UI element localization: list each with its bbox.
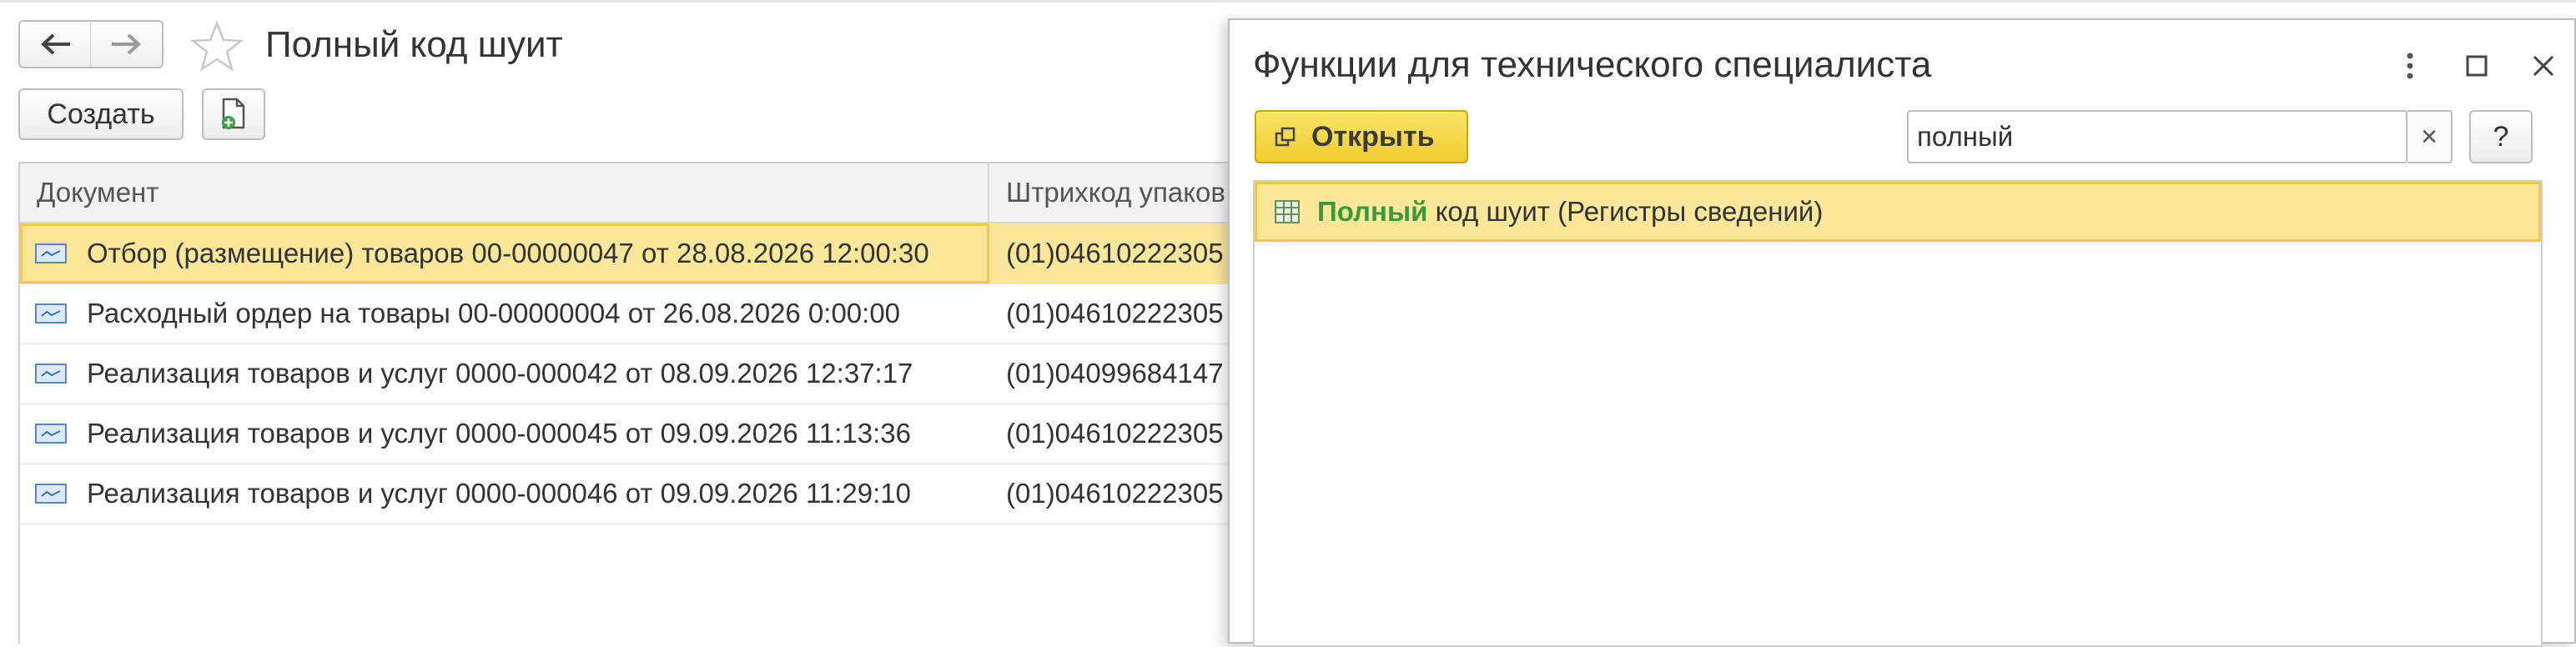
results-list: Полный код шуит (Регистры сведений) [1253, 180, 2543, 647]
page-title: Полный код шуит [265, 24, 563, 65]
document-text: Расходный ордер на товары 00-00000004 от… [87, 298, 901, 329]
help-button[interactable]: ? [2469, 110, 2533, 163]
documents-table: Документ Штрихкод упаков Отбор (размещен… [18, 162, 1241, 644]
back-button[interactable] [18, 20, 92, 68]
open-icon [1275, 127, 1296, 147]
cell-document: Реализация товаров и услуг 0000-000042 о… [20, 344, 989, 404]
cell-barcode: (01)04610222305 [989, 223, 1240, 283]
table-row[interactable]: Реализация товаров и услуг 0000-000046 о… [20, 464, 1240, 524]
document-icon [35, 364, 67, 384]
document-text: Отбор (размещение) товаров 00-00000047 о… [87, 238, 929, 268]
document-icon [35, 484, 67, 504]
list-item[interactable]: Полный код шуит (Регистры сведений) [1255, 182, 2541, 242]
new-document-button[interactable] [202, 88, 265, 140]
result-match-text: Полный [1317, 196, 1428, 227]
close-button[interactable] [2523, 45, 2564, 87]
search-field[interactable] [1907, 110, 2407, 163]
table-header: Документ Штрихкод упаков [20, 163, 1240, 223]
register-table-icon [1275, 200, 1300, 223]
maximize-icon [2466, 55, 2488, 77]
cell-barcode: (01)04610222305 [1006, 478, 1224, 509]
clear-search-button[interactable]: × [2407, 110, 2453, 163]
more-menu-button[interactable] [2389, 45, 2431, 87]
cell-document: Реализация товаров и услуг 0000-000046 о… [20, 464, 989, 524]
document-text: Реализация товаров и услуг 0000-000045 о… [87, 418, 911, 449]
create-button[interactable]: Создать [18, 88, 184, 140]
forward-button[interactable] [90, 20, 164, 68]
cell-barcode: (01)04610222305 [1006, 298, 1224, 329]
cell-document: Отбор (размещение) товаров 00-00000047 о… [20, 223, 989, 283]
cell-document: Расходный ордер на товары 00-00000004 от… [20, 283, 989, 344]
table-row[interactable]: Реализация товаров и услуг 0000-000045 о… [20, 404, 1240, 464]
close-icon [2533, 55, 2554, 77]
dialog-title: Функции для технического специалиста [1253, 44, 1932, 85]
cell-barcode: (01)04610222305 [1006, 418, 1224, 449]
window-top-border [0, 0, 2576, 3]
tech-functions-dialog: Функции для технического специалиста Отк… [1228, 18, 2576, 647]
table-row[interactable]: Отбор (размещение) товаров 00-00000047 о… [20, 223, 1240, 284]
open-button-label: Открыть [1311, 120, 1435, 153]
arrow-right-icon [111, 33, 141, 55]
document-icon [35, 303, 67, 324]
table-row[interactable]: Расходный ордер на товары 00-00000004 от… [20, 283, 1240, 344]
cell-barcode: (01)04099684147 [1006, 358, 1224, 389]
open-button[interactable]: Открыть [1255, 110, 1468, 163]
document-text: Реализация товаров и услуг 0000-000042 о… [87, 358, 913, 389]
cell-document: Реализация товаров и услуг 0000-000045 о… [20, 404, 989, 464]
maximize-button[interactable] [2456, 45, 2498, 87]
search-input[interactable] [1909, 112, 2401, 162]
column-header-document[interactable]: Документ [20, 163, 989, 222]
column-header-barcode[interactable]: Штрихкод упаков [989, 163, 1240, 222]
document-icon [35, 243, 67, 263]
more-vertical-icon [2407, 53, 2413, 79]
document-icon [35, 424, 67, 444]
arrow-left-icon [41, 33, 70, 55]
favorite-star-icon[interactable] [190, 20, 244, 73]
new-document-icon [222, 98, 245, 129]
document-text: Реализация товаров и услуг 0000-000046 о… [87, 478, 911, 509]
result-rest-text: код шуит (Регистры сведений) [1427, 196, 1824, 227]
table-row[interactable]: Реализация товаров и услуг 0000-000042 о… [20, 344, 1240, 404]
